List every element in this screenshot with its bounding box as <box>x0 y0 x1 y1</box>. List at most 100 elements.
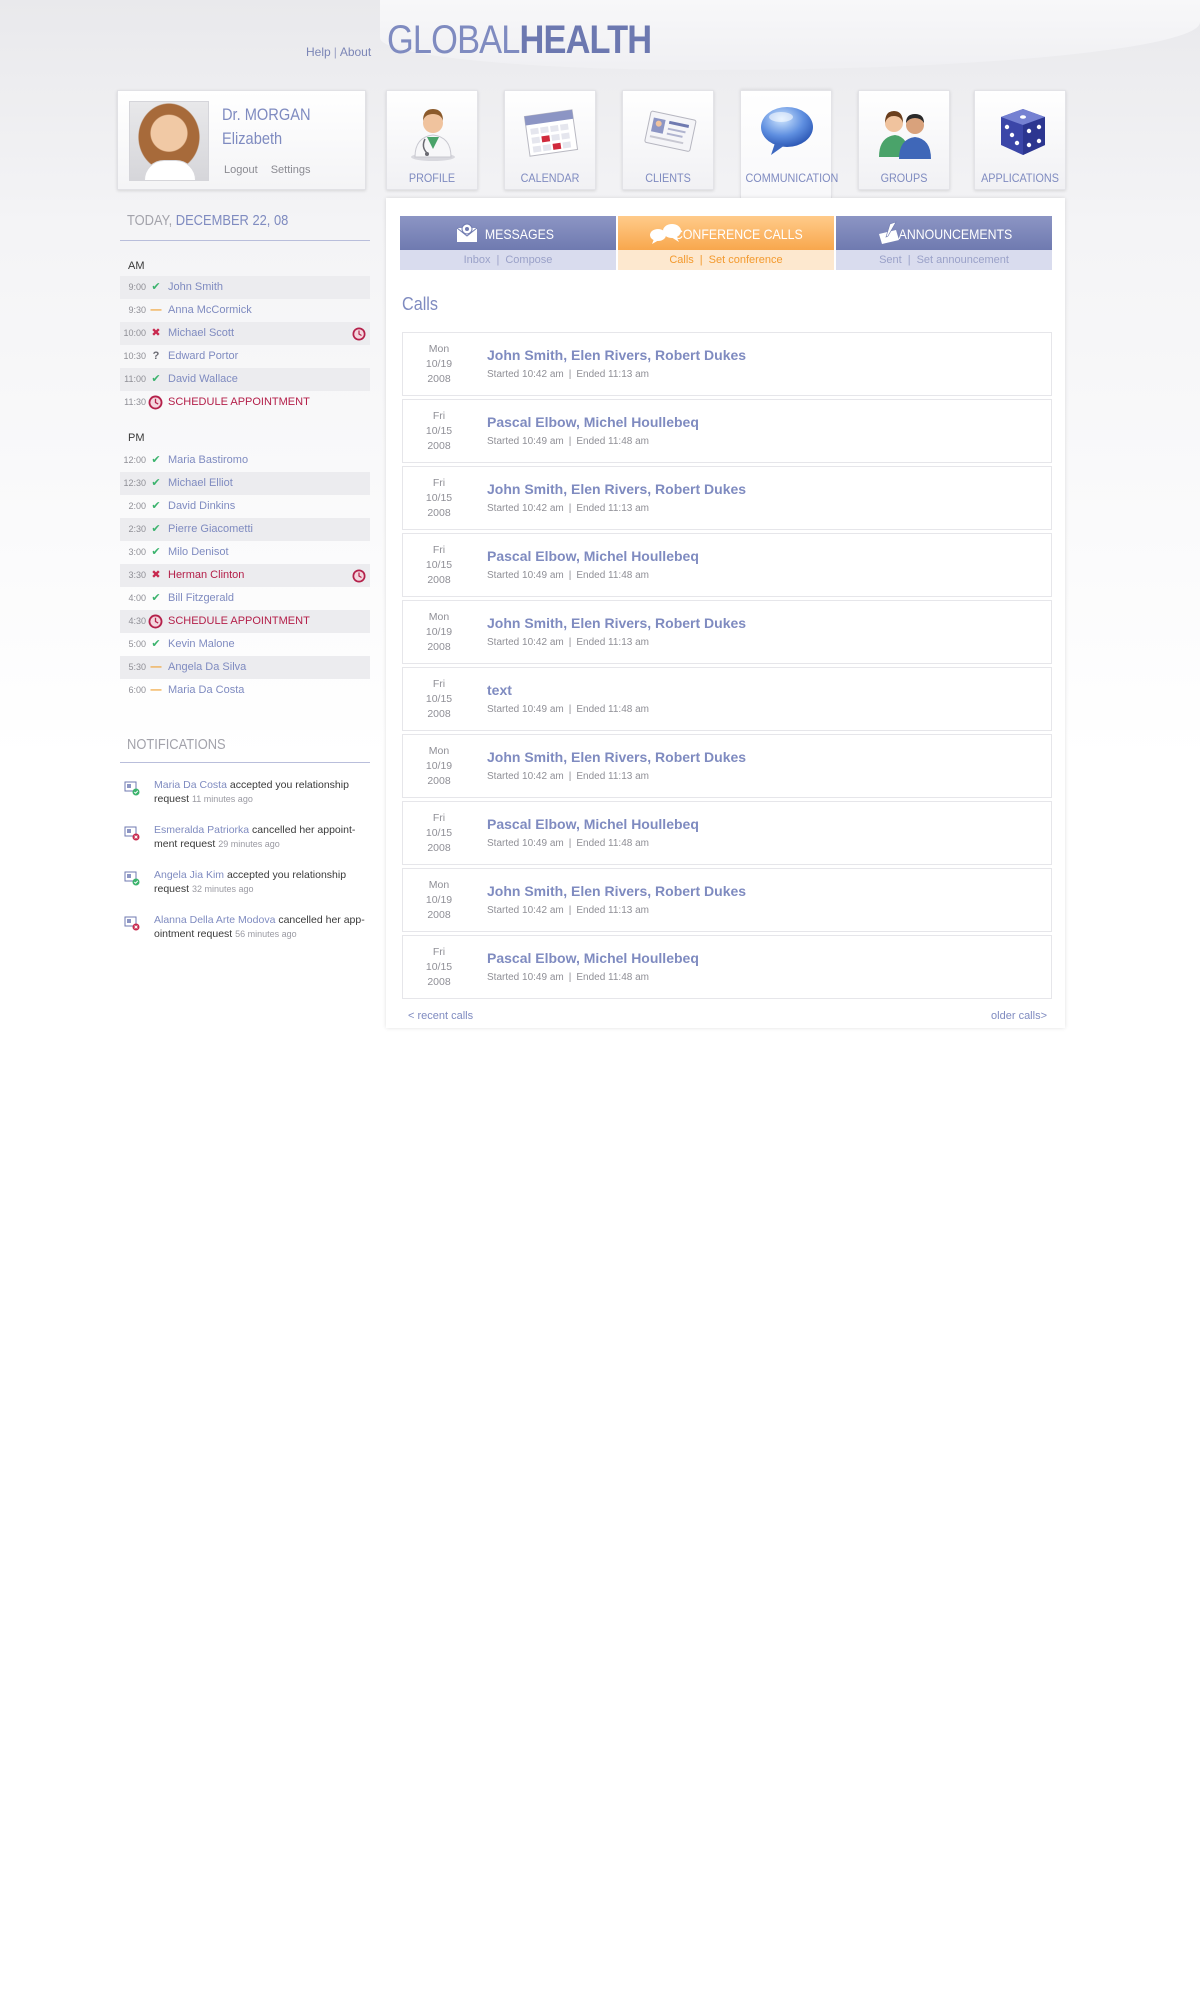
nav-tile-communication[interactable]: COMMUNICATION <box>740 90 838 198</box>
call-row[interactable]: Mon 10/19 2008 John Smith, Elen Rivers, Rob… <box>402 332 1052 396</box>
schedule-appointment-row[interactable]: 11:30 SCHEDULE APPOINTMENT <box>120 391 370 414</box>
appointment-row[interactable]: 2:30 ✔ Pierre Giacometti <box>120 518 370 541</box>
dash-icon: — <box>150 304 162 316</box>
nav-tile-calendar[interactable]: CALENDAR <box>504 90 596 190</box>
subtab-messages[interactable]: MESSAGES <box>400 216 616 250</box>
call-participants[interactable]: Pascal Elbow, Michel Houllebeq <box>487 414 699 430</box>
appointment-row[interactable]: 12:30 ✔ Michael Elliot <box>120 472 370 495</box>
header-links: Help | About <box>306 45 371 59</box>
call-row[interactable]: Fri 10/15 2008 text Started 10:49 am | Ended 1… <box>402 667 1052 731</box>
call-participants[interactable]: text <box>487 682 512 698</box>
schedule-appointment-link[interactable]: SCHEDULE APPOINTMENT <box>168 391 310 414</box>
subtab-announcements-label: ANNOUNCEMENTS <box>898 226 1013 242</box>
avatar-coat <box>144 160 196 180</box>
appointment-row[interactable]: 11:00 ✔ David Wallace <box>120 368 370 391</box>
call-participants[interactable]: John Smith, Elen Rivers, Robert Dukes <box>487 749 746 765</box>
appointment-row[interactable]: 9:00 ✔ John Smith <box>120 276 370 299</box>
notification-person[interactable]: Angela Jia Kim <box>154 869 224 881</box>
call-participants[interactable]: Pascal Elbow, Michel Houllebeq <box>487 950 699 966</box>
appointment-row[interactable]: 3:00 ✔ Milo Denisot <box>120 541 370 564</box>
call-date: Mon 10/19 2008 <box>403 610 475 655</box>
call-row[interactable]: Mon 10/19 2008 John Smith, Elen Rivers, Rob… <box>402 868 1052 932</box>
appointment-row[interactable]: 5:30 — Angela Da Silva <box>120 656 370 679</box>
nav-tile-applications[interactable]: APPLICATIONS <box>974 90 1066 190</box>
appointment-patient[interactable]: Michael Elliot <box>168 472 233 495</box>
question-icon: ? <box>152 350 160 362</box>
call-participants[interactable]: Pascal Elbow, Michel Houllebeq <box>487 816 699 832</box>
subtab-conference-calls[interactable]: CONFERENCE CALLS <box>618 216 834 250</box>
nav-tile-profile[interactable]: PROFILE <box>386 90 478 190</box>
inbox-link[interactable]: Inbox <box>464 254 491 266</box>
notification-person[interactable]: Maria Da Costa <box>154 779 227 791</box>
call-participants[interactable]: Pascal Elbow, Michel Houllebeq <box>487 548 699 564</box>
appointment-time: 10:00 <box>123 328 146 338</box>
appointment-patient[interactable]: Edward Portor <box>168 345 238 368</box>
about-link[interactable]: About <box>340 45 371 59</box>
appointment-patient[interactable]: David Wallace <box>168 368 238 391</box>
link-separator: | <box>333 45 337 59</box>
appointment-time: 12:00 <box>123 455 146 465</box>
nav-tile-groups[interactable]: GROUPS <box>858 90 950 190</box>
notification-person[interactable]: Alanna Della Arte Modova <box>154 914 275 926</box>
appointment-patient[interactable]: Maria Da Costa <box>168 679 244 702</box>
call-row[interactable]: Mon 10/19 2008 John Smith, Elen Rivers, Rob… <box>402 600 1052 664</box>
appointment-row[interactable]: 5:00 ✔ Kevin Malone <box>120 633 370 656</box>
appointment-row[interactable]: 2:00 ✔ David Dinkins <box>120 495 370 518</box>
calls-link[interactable]: Calls <box>669 254 693 266</box>
appointment-patient[interactable]: Angela Da Silva <box>168 656 246 679</box>
call-participants[interactable]: John Smith, Elen Rivers, Robert Dukes <box>487 883 746 899</box>
help-link[interactable]: Help <box>306 45 331 59</box>
check-icon: ✔ <box>151 592 161 604</box>
nav-tile-clients[interactable]: CLIENTS <box>622 90 714 190</box>
today-prefix: TODAY, <box>127 212 173 229</box>
call-row[interactable]: Mon 10/19 2008 John Smith, Elen Rivers, Rob… <box>402 734 1052 798</box>
appointment-row[interactable]: 10:30? Edward Portor <box>120 345 370 368</box>
appointment-row[interactable]: 4:00 ✔ Bill Fitzgerald <box>120 587 370 610</box>
dash-icon: — <box>150 684 162 696</box>
set-conference-link[interactable]: Set conference <box>709 254 783 266</box>
appointment-patient[interactable]: Herman Clinton <box>168 564 244 587</box>
appointment-row[interactable]: 3:30 ✖ Herman Clinton <box>120 564 370 587</box>
schedule-appointment-row[interactable]: 4:30 SCHEDULE APPOINTMENT <box>120 610 370 633</box>
older-calls-link[interactable]: older calls> <box>991 1010 1047 1022</box>
appointment-patient[interactable]: Milo Denisot <box>168 541 229 564</box>
appointment-patient[interactable]: John Smith <box>168 276 223 299</box>
appointment-patient[interactable]: Michael Scott <box>168 322 234 345</box>
appointment-row[interactable]: 9:30 — Anna McCormick <box>120 299 370 322</box>
settings-link[interactable]: Settings <box>271 164 311 176</box>
notification-person[interactable]: Esmeralda Patriorka <box>154 824 249 836</box>
call-monthday: 10/19 <box>425 760 453 772</box>
call-date: Fri 10/15 2008 <box>403 476 475 521</box>
appointment-row[interactable]: 6:00 — Maria Da Costa <box>120 679 370 702</box>
call-row[interactable]: Fri 10/15 2008 Pascal Elbow, Michel Houlleb… <box>402 533 1052 597</box>
appointment-patient[interactable]: Pierre Giacometti <box>168 518 253 541</box>
appointment-row[interactable]: 10:00 ✖ Michael Scott <box>120 322 370 345</box>
call-row[interactable]: Fri 10/15 2008 Pascal Elbow, Michel Houlleb… <box>402 399 1052 463</box>
sent-link[interactable]: Sent <box>879 254 902 266</box>
appointment-patient[interactable]: Anna McCormick <box>168 299 252 322</box>
call-participants[interactable]: John Smith, Elen Rivers, Robert Dukes <box>487 615 746 631</box>
call-year: 2008 <box>427 373 451 385</box>
profile-links: Logout Settings <box>224 164 320 176</box>
alarm-icon[interactable] <box>352 327 366 341</box>
call-row[interactable]: Fri 10/15 2008 Pascal Elbow, Michel Houlleb… <box>402 935 1052 999</box>
brand-logo[interactable]: GLOBALHEALTH <box>387 18 652 63</box>
alarm-icon[interactable] <box>352 569 366 583</box>
call-participants[interactable]: John Smith, Elen Rivers, Robert Dukes <box>487 347 746 363</box>
schedule-appointment-link[interactable]: SCHEDULE APPOINTMENT <box>168 610 310 633</box>
call-row[interactable]: Fri 10/15 2008 John Smith, Elen Rivers, Rob… <box>402 466 1052 530</box>
logout-link[interactable]: Logout <box>224 164 258 176</box>
appointment-patient[interactable]: Maria Bastiromo <box>168 449 248 472</box>
appointment-patient[interactable]: Kevin Malone <box>168 633 235 656</box>
appointment-patient[interactable]: David Dinkins <box>168 495 235 518</box>
compose-link[interactable]: Compose <box>505 254 552 266</box>
appointment-row[interactable]: 12:00 ✔ Maria Bastiromo <box>120 449 370 472</box>
call-row[interactable]: Fri 10/15 2008 Pascal Elbow, Michel Houlleb… <box>402 801 1052 865</box>
appointment-patient[interactable]: Bill Fitzgerald <box>168 587 234 610</box>
recent-calls-link[interactable]: < recent calls <box>408 1010 473 1022</box>
call-participants[interactable]: John Smith, Elen Rivers, Robert Dukes <box>487 481 746 497</box>
people-icon <box>879 111 931 159</box>
call-start-time: 10:42 am <box>522 771 564 782</box>
set-announcement-link[interactable]: Set announcement <box>917 254 1009 266</box>
subtab-announcements[interactable]: ANNOUNCEMENTS <box>836 216 1052 250</box>
